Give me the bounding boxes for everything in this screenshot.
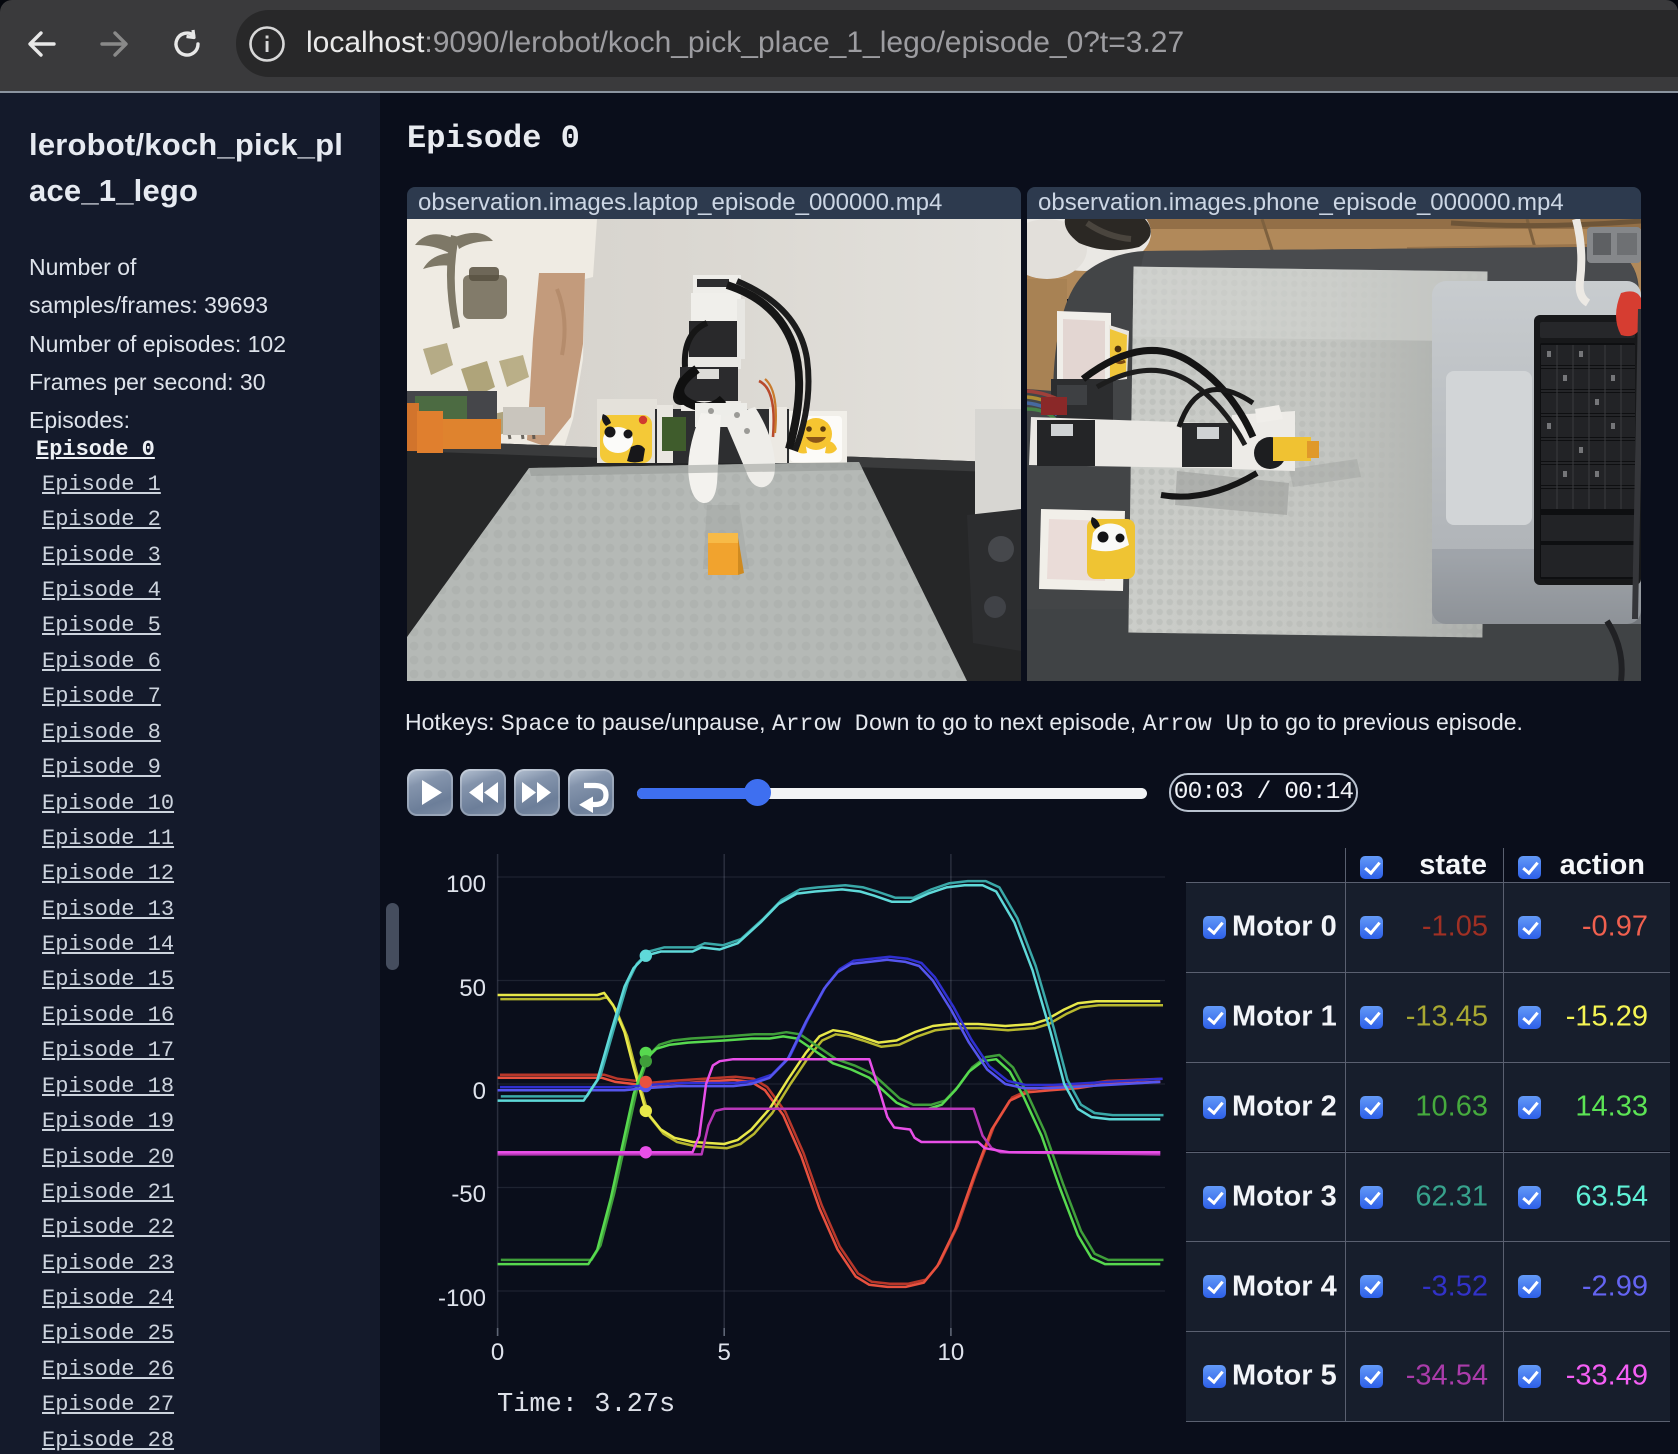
- svg-text:5: 5: [718, 1339, 731, 1366]
- svg-text:0: 0: [473, 1078, 486, 1105]
- svg-text:50: 50: [459, 975, 486, 1002]
- svg-text:10: 10: [938, 1339, 965, 1366]
- svg-text:100: 100: [446, 871, 486, 898]
- svg-text:-50: -50: [451, 1181, 486, 1208]
- svg-text:0: 0: [491, 1339, 504, 1366]
- svg-text:-100: -100: [438, 1285, 486, 1312]
